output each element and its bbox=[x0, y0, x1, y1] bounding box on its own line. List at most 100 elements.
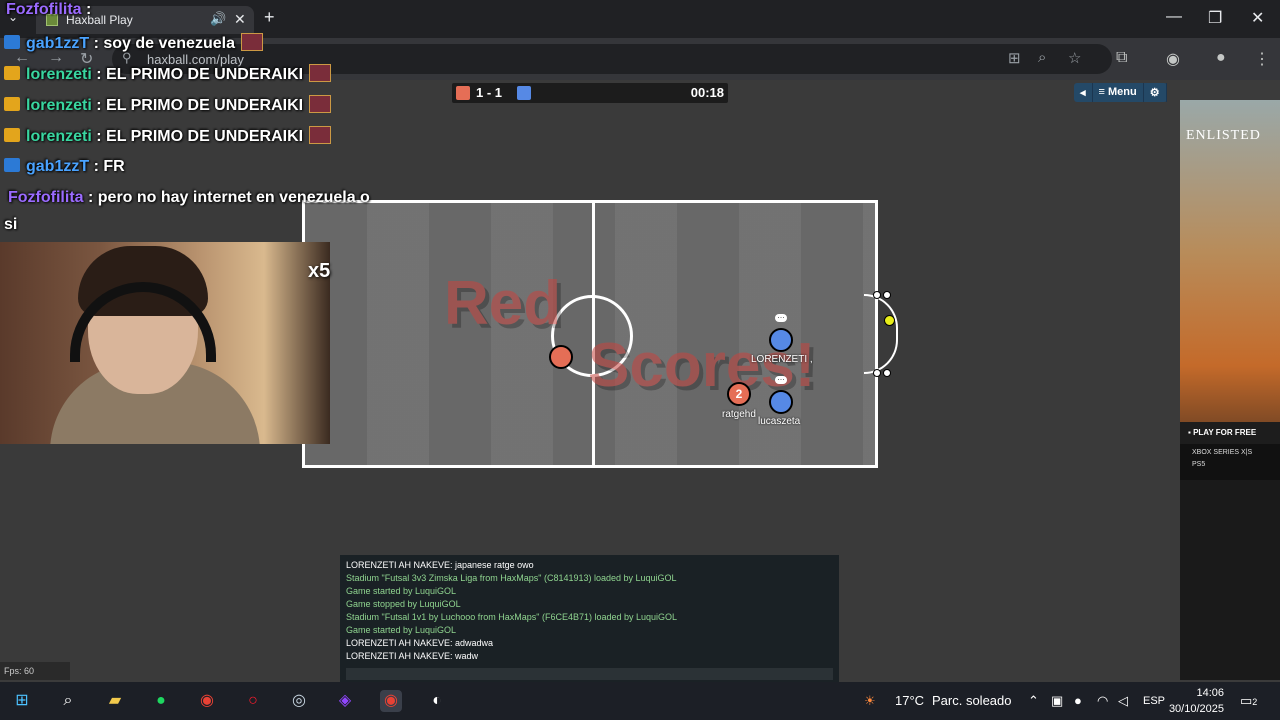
start-button-icon[interactable]: ⊞ bbox=[11, 690, 33, 712]
clock-date: 30/10/2025 bbox=[1168, 703, 1224, 715]
stream-chat-line: lorenzeti : EL PRIMO DE UNDERAIKI bbox=[4, 95, 332, 115]
fps-counter: Fps: 60 bbox=[0, 662, 70, 680]
chat-username: gab1zzT bbox=[26, 158, 90, 175]
chat-username: Fozfofilita bbox=[6, 1, 82, 18]
chat-username: Fozfofilita bbox=[8, 189, 84, 206]
sidebar-blank bbox=[1180, 480, 1280, 680]
file-explorer-icon[interactable]: ▰ bbox=[104, 690, 126, 712]
translate-icon[interactable]: ⊞ bbox=[1008, 49, 1021, 67]
maximize-button[interactable]: ❐ bbox=[1208, 8, 1222, 28]
emote-icon bbox=[309, 95, 332, 113]
meet-now-icon[interactable]: ▣ bbox=[1051, 693, 1063, 709]
typing-indicator-icon: … bbox=[775, 311, 787, 322]
advertisement[interactable]: ENLISTED ▪ PLAY FOR FREE XBOX SERIES X|S… bbox=[1180, 100, 1280, 480]
opera-icon[interactable]: ○ bbox=[242, 690, 264, 712]
goal-post-bottom bbox=[873, 369, 881, 377]
chat-text: : bbox=[81, 1, 92, 18]
chat-message: Stadium "Futsal 1v1 by Luchooo from HaxM… bbox=[346, 612, 678, 622]
chat-message: LORENZETI AH NAKEVE: japanese ratge owo bbox=[346, 560, 534, 570]
chat-message: Game started by LuquiGOL bbox=[346, 625, 457, 635]
bookmark-star-icon[interactable]: ☆ bbox=[1068, 49, 1081, 67]
settings-button[interactable]: ⚙ bbox=[1144, 83, 1167, 102]
media-control-icon[interactable]: ◉ bbox=[1166, 49, 1180, 69]
notification-count: 2 bbox=[1252, 697, 1258, 707]
discord-icon[interactable]: ◈ bbox=[334, 690, 356, 712]
score-text: 1 - 1 bbox=[476, 85, 503, 100]
blue-team-icon bbox=[517, 86, 531, 100]
steam-icon[interactable]: ◎ bbox=[288, 690, 310, 712]
ad-logo: ENLISTED bbox=[1186, 128, 1261, 143]
speaker-icon[interactable]: 🔊 bbox=[210, 11, 226, 27]
system-clock[interactable]: 14:06 30/10/2025 bbox=[1168, 685, 1224, 717]
chat-text: : pero no hay internet en venezuela o bbox=[83, 189, 370, 206]
emote-icon bbox=[309, 126, 332, 144]
chrome-icon[interactable]: ◉ bbox=[196, 690, 218, 712]
chat-username: lorenzeti bbox=[26, 128, 92, 145]
close-tab-icon[interactable]: ✕ bbox=[234, 11, 246, 28]
close-window-button[interactable]: ✕ bbox=[1251, 8, 1264, 28]
prime-badge-icon bbox=[4, 158, 20, 172]
extensions-icon[interactable]: ⧉ bbox=[1116, 49, 1127, 67]
profile-avatar-icon[interactable]: ● bbox=[1216, 49, 1226, 67]
red-player-attacker: 2 bbox=[727, 382, 751, 406]
blue-player-2-name: lucaszeta bbox=[758, 416, 801, 427]
new-tab-button[interactable]: + bbox=[264, 7, 275, 28]
scoreboard: 1 - 1 00:18 bbox=[452, 83, 728, 103]
wifi-icon[interactable]: ◠ bbox=[1097, 693, 1108, 709]
blue-player-2 bbox=[769, 390, 793, 414]
chat-message: LORENZETI AH NAKEVE: wadw bbox=[346, 651, 479, 661]
screen: ⌄ Haxball Play 🔊 ✕ + — ❐ ✕ ← → ↻ ⚲ haxba… bbox=[0, 0, 1280, 720]
weather-icon[interactable]: ☀ bbox=[864, 693, 876, 709]
red-player-name: ratgehd bbox=[722, 409, 756, 420]
emote-icon bbox=[240, 33, 263, 51]
volume-icon[interactable]: ◁ bbox=[1118, 693, 1128, 709]
microphone-icon[interactable]: ● bbox=[1074, 693, 1082, 708]
search-icon[interactable]: ⌕ bbox=[57, 690, 79, 712]
obs-icon[interactable]: ◐ bbox=[426, 690, 448, 712]
prime-badge-icon bbox=[4, 35, 20, 49]
chat-username: lorenzeti bbox=[26, 66, 92, 83]
weather-temp[interactable]: 17°C bbox=[895, 693, 924, 708]
goal-message-red: Red bbox=[444, 269, 562, 338]
stream-chat-line: lorenzeti : EL PRIMO DE UNDERAIKI bbox=[4, 126, 332, 146]
language-indicator[interactable]: ESP bbox=[1143, 695, 1165, 707]
play-for-free-button[interactable]: ▪ PLAY FOR FREE bbox=[1180, 422, 1280, 444]
minimize-button[interactable]: — bbox=[1166, 8, 1182, 26]
stream-chat-line: lorenzeti : EL PRIMO DE UNDERAIKI bbox=[4, 64, 332, 84]
crown-badge-icon bbox=[4, 97, 20, 111]
spotify-icon[interactable]: ● bbox=[150, 690, 172, 712]
show-hidden-icons-icon[interactable]: ⌃ bbox=[1028, 693, 1039, 709]
red-team-icon bbox=[456, 86, 470, 100]
zoom-icon[interactable]: ⌕ bbox=[1038, 49, 1046, 66]
game-top-buttons: ◂ ≡ Menu ⚙ bbox=[1074, 83, 1167, 102]
platform-list: XBOX SERIES X|S PS5 bbox=[1180, 444, 1280, 480]
stream-chat-line: Fozfofilita : pero no hay internet en ve… bbox=[8, 189, 370, 207]
chat-message: LORENZETI AH NAKEVE: adwadwa bbox=[346, 638, 494, 648]
chat-text: si bbox=[4, 216, 18, 233]
notifications-icon[interactable]: ▭2 bbox=[1240, 693, 1257, 709]
chrome-active-icon[interactable]: ◉ bbox=[380, 690, 402, 712]
weather-text[interactable]: Parc. soleado bbox=[932, 693, 1012, 708]
goal-post-bottom-2 bbox=[883, 369, 891, 377]
chat-username: gab1zzT bbox=[26, 35, 90, 52]
chat-text: : FR bbox=[89, 158, 125, 175]
platform-xbox: XBOX SERIES X|S bbox=[1192, 449, 1253, 456]
chat-username: lorenzeti bbox=[26, 97, 92, 114]
typing-indicator-icon-2: … bbox=[775, 373, 787, 384]
webcam-feed bbox=[0, 242, 330, 444]
crown-badge-icon bbox=[4, 66, 20, 80]
chat-input[interactable] bbox=[346, 668, 833, 680]
blue-player-1-name: LORENZETI , bbox=[751, 354, 813, 365]
goal-post-top bbox=[873, 291, 881, 299]
emote-icon bbox=[309, 64, 332, 82]
chat-text: : EL PRIMO DE UNDERAIKI bbox=[91, 128, 304, 145]
chat-text: : soy de venezuela bbox=[89, 35, 235, 52]
stream-chat-line: si bbox=[4, 216, 17, 234]
goal-post-top-2 bbox=[883, 291, 891, 299]
blue-player-1 bbox=[769, 328, 793, 352]
windows-taskbar: ⊞ ⌕ ▰ ● ◉ ○ ◎ ◈ ◉ ◐ ☀ 17°C Parc. soleado… bbox=[0, 682, 1280, 720]
chat-message: Stadium "Futsal 3v3 Zimska Liga from Hax… bbox=[346, 573, 677, 583]
menu-button[interactable]: ≡ Menu bbox=[1093, 83, 1144, 102]
collapse-button[interactable]: ◂ bbox=[1074, 83, 1093, 102]
browser-menu-icon[interactable]: ⋮ bbox=[1254, 49, 1270, 69]
